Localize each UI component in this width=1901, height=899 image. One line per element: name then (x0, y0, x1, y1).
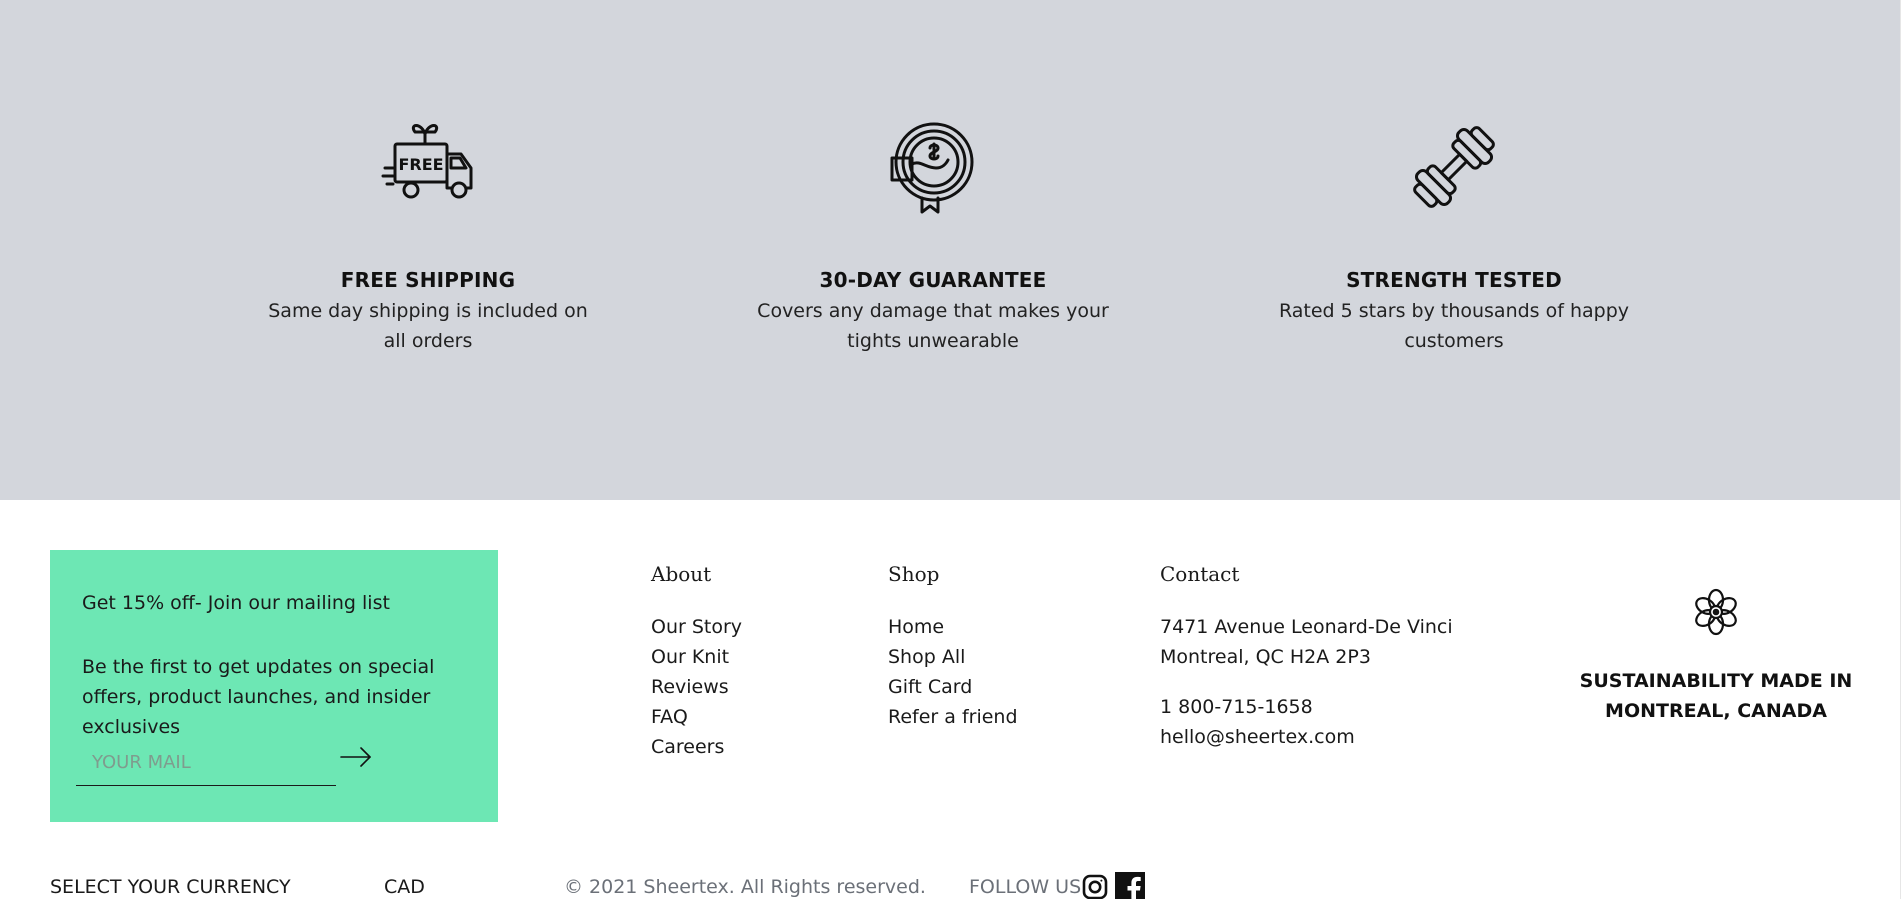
newsletter-submit-button[interactable] (334, 740, 378, 776)
feature-title: STRENGTH TESTED (1346, 268, 1562, 292)
arrow-right-icon (340, 746, 371, 767)
footer-link-home[interactable]: Home (888, 612, 1018, 642)
footer-link-gift-card[interactable]: Gift Card (888, 672, 1018, 702)
free-delivery-truck-icon: FREE (381, 124, 473, 199)
dumbbell-icon (1413, 126, 1495, 208)
feature-description: Covers any damage that makes your tights… (757, 300, 1109, 352)
feature-strength: STRENGTH TESTED Rated 5 stars by thousan… (1274, 120, 1634, 356)
feature-description: Rated 5 stars by thousands of happy cust… (1278, 300, 1630, 352)
feature-free-shipping: FREE FREE SHIPPING Same day shipping is … (258, 120, 598, 356)
footer-bottom-bar: SELECT YOUR CURRENCY CAD © 2021 Sheertex… (0, 872, 1900, 899)
footer-link-our-knit[interactable]: Our Knit (651, 642, 742, 672)
footer-link-careers[interactable]: Careers (651, 732, 742, 762)
footer-contact-column: Contact 7471 Avenue Leonard-De Vinci Mon… (1160, 562, 1453, 752)
footer-link-reviews[interactable]: Reviews (651, 672, 742, 702)
feature-title: 30-DAY GUARANTEE (819, 268, 1047, 292)
copyright-text: © 2021 Sheertex. All Rights reserved. (564, 876, 926, 898)
brand-slogan: SUSTAINABILITY MADE IN MONTREAL, CANADA (1579, 670, 1853, 722)
instagram-icon[interactable] (1082, 874, 1108, 899)
about-heading: About (651, 562, 712, 586)
footer-link-shop-all[interactable]: Shop All (888, 642, 1018, 672)
contact-email-link[interactable]: hello@sheertex.com (1160, 722, 1453, 752)
shop-heading: Shop (888, 562, 940, 586)
feature-guarantee: 30-DAY GUARANTEE Covers any damage that … (738, 120, 1128, 356)
contact-address-line2: Montreal, QC H2A 2P3 (1160, 646, 1371, 668)
footer-link-refer-a-friend[interactable]: Refer a friend (888, 702, 1018, 732)
footer-link-our-story[interactable]: Our Story (651, 612, 742, 642)
newsletter-description: Be the first to get updates on special o… (82, 656, 435, 738)
feature-description: Same day shipping is included on all ord… (268, 300, 588, 352)
footer-link-faq[interactable]: FAQ (651, 702, 742, 732)
guarantee-badge-icon (890, 122, 974, 214)
footer-shop-column: Shop Home Shop All Gift Card Refer a fri… (888, 562, 1018, 732)
newsletter-title: Get 15% off- Join our mailing list (82, 592, 390, 614)
contact-phone-link[interactable]: 1 800-715-1658 (1160, 692, 1453, 722)
currency-label: SELECT YOUR CURRENCY (50, 876, 291, 898)
currency-select[interactable]: CAD (384, 876, 425, 898)
facebook-icon[interactable] (1115, 872, 1145, 899)
features-section: FREE FREE SHIPPING Same day shipping is … (0, 0, 1900, 500)
flower-logo-icon (1695, 588, 1737, 636)
contact-address-line1: 7471 Avenue Leonard-De Vinci (1160, 616, 1453, 638)
follow-us-label: FOLLOW US (969, 876, 1082, 898)
brand-block: SUSTAINABILITY MADE IN MONTREAL, CANADA (1566, 588, 1866, 726)
contact-heading: Contact (1160, 562, 1240, 586)
svg-text:FREE: FREE (398, 155, 443, 174)
footer-about-column: About Our Story Our Knit Reviews FAQ Car… (651, 562, 742, 762)
feature-title: FREE SHIPPING (340, 268, 516, 292)
newsletter-box: Get 15% off- Join our mailing list Be th… (50, 550, 498, 822)
email-field[interactable] (76, 740, 336, 786)
